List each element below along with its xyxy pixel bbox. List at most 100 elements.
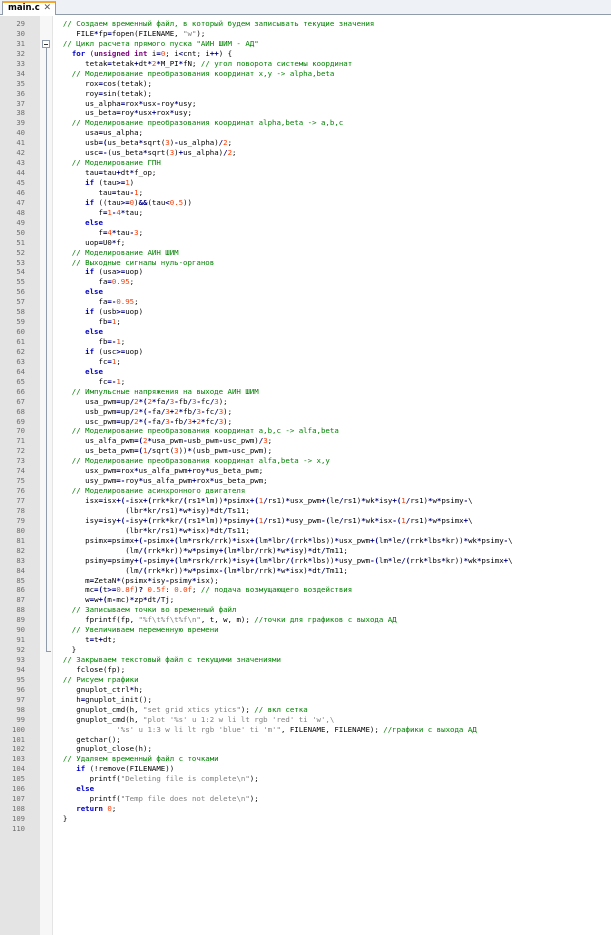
code-line[interactable]: 85 m=ZetaN*(psimx*isy-psimy*isx);: [0, 576, 611, 586]
code-text: usb=(us_beta*sqrt(3)-us_alpha)/2;: [54, 138, 233, 148]
code-line[interactable]: 51 uop=U0*f;: [0, 238, 611, 248]
code-line[interactable]: 77 isx=isx+(-isx+(rrk*kr/(rs1*lm))*psimx…: [0, 496, 611, 506]
code-line[interactable]: 91 t=t+dt;: [0, 635, 611, 645]
code-line[interactable]: 82 (lm/(rrk*kr))*w*psimy+(lm*lbr/rrk)*w*…: [0, 546, 611, 556]
code-line[interactable]: 44 tau=tau+dt*f_op;: [0, 168, 611, 178]
code-line[interactable]: 78 (lbr*kr/rs1)*w*isy)*dt/Ts11;: [0, 506, 611, 516]
code-line[interactable]: 45 if (tau>=1): [0, 178, 611, 188]
code-line[interactable]: 64 else: [0, 367, 611, 377]
code-line[interactable]: 67 usa_pwm=up/2*(2*fa/3-fb/3-fc/3);: [0, 397, 611, 407]
code-line[interactable]: 66 // Импульсные напряжения на выходе АИ…: [0, 387, 611, 397]
code-line[interactable]: 33 tetak=tetak+dt*2*M_PI*fN; // угол пов…: [0, 59, 611, 69]
code-line[interactable]: 98 gnuplot_cmd(h, "set grid xtics ytics"…: [0, 705, 611, 715]
code-line[interactable]: 37 us_alpha=rox*usx-roy*usy;: [0, 99, 611, 109]
code-line[interactable]: 46 tau=tau-1;: [0, 188, 611, 198]
code-line[interactable]: 100 '%s' u 1:3 w li lt rgb 'blue' ti 'm'…: [0, 725, 611, 735]
code-line[interactable]: 96 gnuplot_ctrl*h;: [0, 685, 611, 695]
code-line[interactable]: 87 w=w+(m-mc)*zp*dt/Tj;: [0, 595, 611, 605]
code-line[interactable]: 89 fprintf(fp, "%f\t%f\t%f\n", t, w, m);…: [0, 615, 611, 625]
line-number: 105: [12, 774, 25, 784]
line-number: 56: [16, 287, 25, 297]
code-line[interactable]: 34 // Моделирование преобразования коорд…: [0, 69, 611, 79]
code-text: tau=tau-1;: [54, 187, 144, 197]
code-line[interactable]: 104 if (!remove(FILENAME)): [0, 764, 611, 774]
close-icon[interactable]: ✕: [43, 3, 51, 14]
code-line[interactable]: 94 fclose(fp);: [0, 665, 611, 675]
code-line[interactable]: 92 }: [0, 645, 611, 655]
code-line[interactable]: 110: [0, 824, 611, 834]
code-line[interactable]: 31 // Цикл расчета прямого пуска "АИН ШИ…: [0, 39, 611, 49]
code-line[interactable]: 69 usc_pwm=up/2*(-fa/3-fb/3+2*fc/3);: [0, 417, 611, 427]
code-line[interactable]: 59 fb=1;: [0, 317, 611, 327]
code-line[interactable]: 95 // Рисуем графики: [0, 675, 611, 685]
fold-collapse-icon[interactable]: [42, 39, 50, 48]
code-line[interactable]: 62 if (usc>=uop): [0, 347, 611, 357]
line-number: 97: [16, 694, 25, 704]
line-number: 42: [16, 148, 25, 158]
code-line[interactable]: 102 gnuplot_close(h);: [0, 744, 611, 754]
code-line[interactable]: 75 usy_pwm=-roy*us_alfa_pwm+rox*us_beta_…: [0, 476, 611, 486]
code-line[interactable]: 97 h=gnuplot_init();: [0, 695, 611, 705]
code-line[interactable]: 76 // Моделирование асинхронного двигате…: [0, 486, 611, 496]
code-line[interactable]: 40 usa=us_alpha;: [0, 128, 611, 138]
code-line[interactable]: 41 usb=(us_beta*sqrt(3)-us_alpha)/2;: [0, 138, 611, 148]
code-line[interactable]: 90 // Увеличиваем переменную времени: [0, 625, 611, 635]
code-line[interactable]: 42 usc=-(us_beta*sqrt(3)+us_alpha)/2;: [0, 148, 611, 158]
code-line[interactable]: 107 printf("Temp file does not delete\n"…: [0, 794, 611, 804]
code-line[interactable]: 68 usb_pwm=up/2*(-fa/3+2*fb/3-fc/3);: [0, 407, 611, 417]
code-line[interactable]: 48 f=1-4*tau;: [0, 208, 611, 218]
code-line[interactable]: 32 for (unsigned int i=0; i<cnt; i++) {: [0, 49, 611, 59]
code-editor[interactable]: 29 // Создаем временный файл, в который …: [0, 16, 611, 935]
code-line[interactable]: 84 (lm/(rrk*kr))*w*psimx-(lm*lbr/rrk)*w*…: [0, 566, 611, 576]
code-line[interactable]: 54 if (usa>=uop): [0, 267, 611, 277]
code-line[interactable]: 60 else: [0, 327, 611, 337]
code-line[interactable]: 43 // Моделирование ГПН: [0, 158, 611, 168]
code-line[interactable]: 73 // Моделирование преобразования коорд…: [0, 456, 611, 466]
code-line[interactable]: 105 printf("Deleting file is complete\n"…: [0, 774, 611, 784]
code-line[interactable]: 52 // Моделирование АИН ШИМ: [0, 248, 611, 258]
line-number: 67: [16, 396, 25, 406]
code-line[interactable]: 53 // Выходные сигналы нуль-органов: [0, 258, 611, 268]
code-line[interactable]: 106 else: [0, 784, 611, 794]
code-line[interactable]: 61 fb=-1;: [0, 337, 611, 347]
code-line[interactable]: 55 fa=0.95;: [0, 277, 611, 287]
code-line[interactable]: 70 // Моделирование преобразования коорд…: [0, 426, 611, 436]
code-line[interactable]: 47 if ((tau>=0)&&(tau<0.5)): [0, 198, 611, 208]
code-line[interactable]: 108 return 0;: [0, 804, 611, 814]
fold-end-marker: [46, 650, 51, 652]
tab-main-c[interactable]: main.c ✕: [2, 1, 56, 15]
code-text: psimx=psimx+(-psimx+(lm*rsrk/rrk)*isx+(l…: [54, 535, 513, 545]
code-line[interactable]: 50 f=4*tau-3;: [0, 228, 611, 238]
code-line[interactable]: 39 // Моделирование преобразования коорд…: [0, 118, 611, 128]
code-line[interactable]: 109 }: [0, 814, 611, 824]
code-text: us_beta=roy*usx+rox*usy;: [54, 108, 192, 118]
line-number: 93: [16, 655, 25, 664]
code-line[interactable]: 93 // Закрываем текстовый файл с текущим…: [0, 655, 611, 665]
code-line[interactable]: 36 roy=sin(tetak);: [0, 89, 611, 99]
code-line[interactable]: 65 fc=-1;: [0, 377, 611, 387]
code-line[interactable]: 29 // Создаем временный файл, в который …: [0, 19, 611, 29]
code-line[interactable]: 72 us_beta_pwm=(1/sqrt(3))*(usb_pwm-usc_…: [0, 446, 611, 456]
code-line[interactable]: 86 mc=(t>=0.8f)? 0.5f: 0.0f; // подача в…: [0, 585, 611, 595]
code-line[interactable]: 38 us_beta=roy*usx+rox*usy;: [0, 108, 611, 118]
code-line[interactable]: 30 FILE*fp=fopen(FILENAME, "w");: [0, 29, 611, 39]
code-line[interactable]: 80 (lbr*kr/rs1)*w*isx)*dt/Ts11;: [0, 526, 611, 536]
code-line[interactable]: 58 if (usb>=uop): [0, 307, 611, 317]
code-line[interactable]: 103 // Удаляем временный файл с точками: [0, 754, 611, 764]
code-line[interactable]: 71 us_alfa_pwm=(2*usa_pwm-usb_pwm-usc_pw…: [0, 436, 611, 446]
code-line[interactable]: 74 usx_pwm=rox*us_alfa_pwm+roy*us_beta_p…: [0, 466, 611, 476]
code-area[interactable]: 29 // Создаем временный файл, в который …: [0, 19, 611, 834]
code-line[interactable]: 79 isy=isy+(-isy+(rrk*kr/(rs1*lm))*psimy…: [0, 516, 611, 526]
code-line[interactable]: 49 else: [0, 218, 611, 228]
code-line[interactable]: 101 getchar();: [0, 735, 611, 745]
code-line[interactable]: 56 else: [0, 287, 611, 297]
code-line[interactable]: 81 psimx=psimx+(-psimx+(lm*rsrk/rrk)*isx…: [0, 536, 611, 546]
code-line[interactable]: 63 fc=1;: [0, 357, 611, 367]
code-line[interactable]: 88 // Записываем точки во временный файл: [0, 605, 611, 615]
code-line[interactable]: 57 fa=-0.95;: [0, 297, 611, 307]
code-line[interactable]: 35 rox=cos(tetak);: [0, 79, 611, 89]
code-line[interactable]: 99 gnuplot_cmd(h, "plot '%s' u 1:2 w li …: [0, 715, 611, 725]
code-text: usa_pwm=up/2*(2*fa/3-fb/3-fc/3);: [54, 396, 228, 406]
code-line[interactable]: 83 psimy=psimy+(-psimy+(lm*rsrk/rrk)*isy…: [0, 556, 611, 566]
code-text: tetak=tetak+dt*2*M_PI*fN; // угол поворо…: [54, 58, 353, 68]
